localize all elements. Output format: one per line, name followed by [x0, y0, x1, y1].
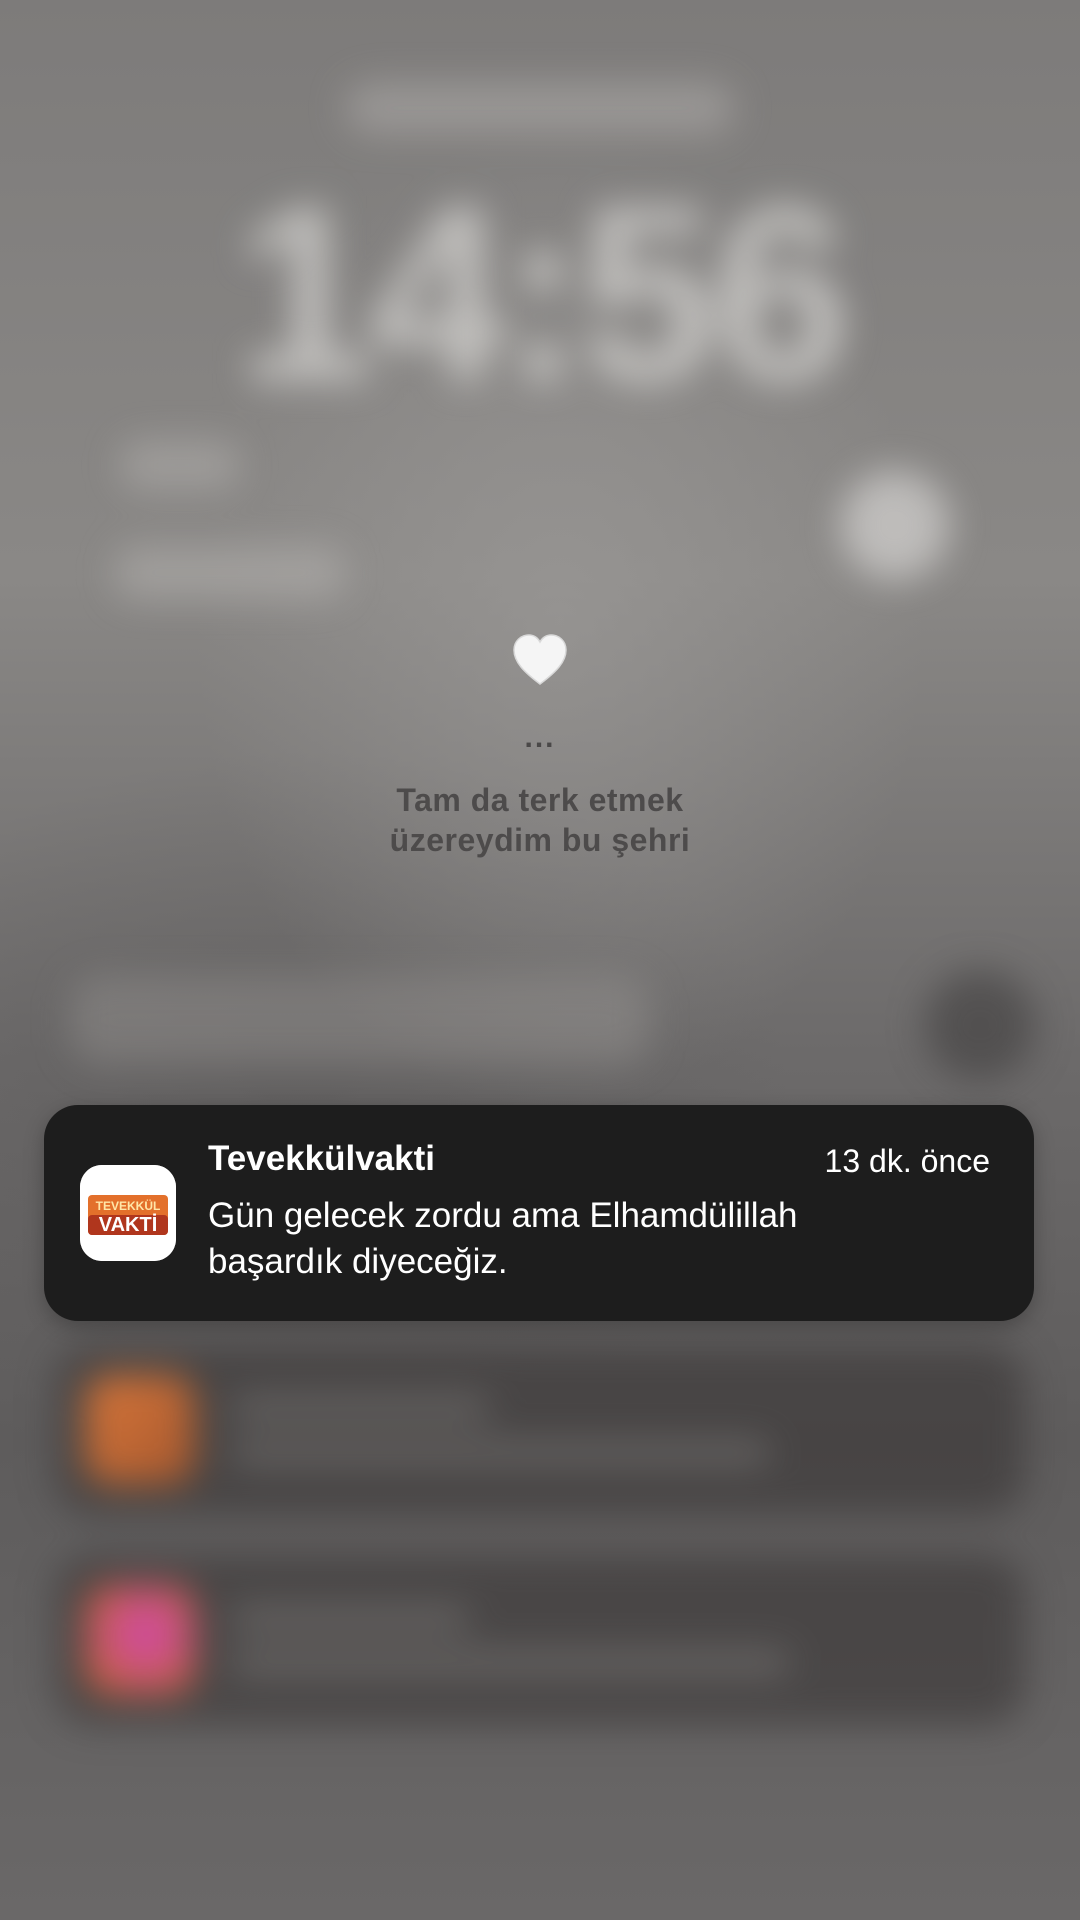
blurred-bar [70, 975, 650, 1065]
story-ellipsis: ... [524, 721, 556, 754]
app-icon-text-bottom: VAKTİ [99, 1213, 158, 1236]
blurred-widget-line [120, 440, 240, 490]
blurred-app-icon [85, 1375, 195, 1485]
blurred-lockscreen-background: 14:56 [0, 0, 1080, 1920]
blurred-clock: 14:56 [235, 154, 850, 433]
tevekkulvakti-app-icon: TEVEKKÜL VAKTİ [80, 1165, 176, 1261]
blurred-notification [55, 1555, 1025, 1725]
blurred-widget-line [115, 545, 345, 600]
blurred-text-line [230, 1440, 770, 1466]
blurred-dark-circle [925, 970, 1035, 1080]
notification-body-line-2: başardık diyeceğiz. [208, 1242, 508, 1281]
app-icon-text-top: TEVEKKÜL [96, 1198, 161, 1213]
notification-body-line-1: Gün gelecek zordu ama Elhamdülillah [208, 1196, 798, 1235]
notification-card[interactable]: TEVEKKÜL VAKTİ Tevekkülvakti 13 dk. önce… [44, 1105, 1034, 1321]
story-caption-line-2: üzereydim bu şehri [389, 822, 691, 858]
notification-timestamp: 13 dk. önce [824, 1143, 990, 1179]
blurred-text-line [230, 1395, 490, 1421]
blurred-date-pill [345, 82, 735, 134]
blurred-circle-widget [840, 470, 950, 580]
story-caption: Tam da terk etmek üzereydim bu şehri [0, 780, 1080, 860]
notification-body: Gün gelecek zordu ama Elhamdülillah başa… [208, 1193, 1008, 1285]
blurred-app-icon [85, 1585, 195, 1695]
blurred-text-line [230, 1650, 790, 1676]
blurred-text-line [230, 1605, 470, 1631]
white-heart-icon [513, 634, 567, 685]
notification-app-name: Tevekkülvakti [208, 1139, 435, 1178]
story-caption-line-1: Tam da terk etmek [396, 782, 684, 818]
blurred-notification [55, 1345, 1025, 1515]
